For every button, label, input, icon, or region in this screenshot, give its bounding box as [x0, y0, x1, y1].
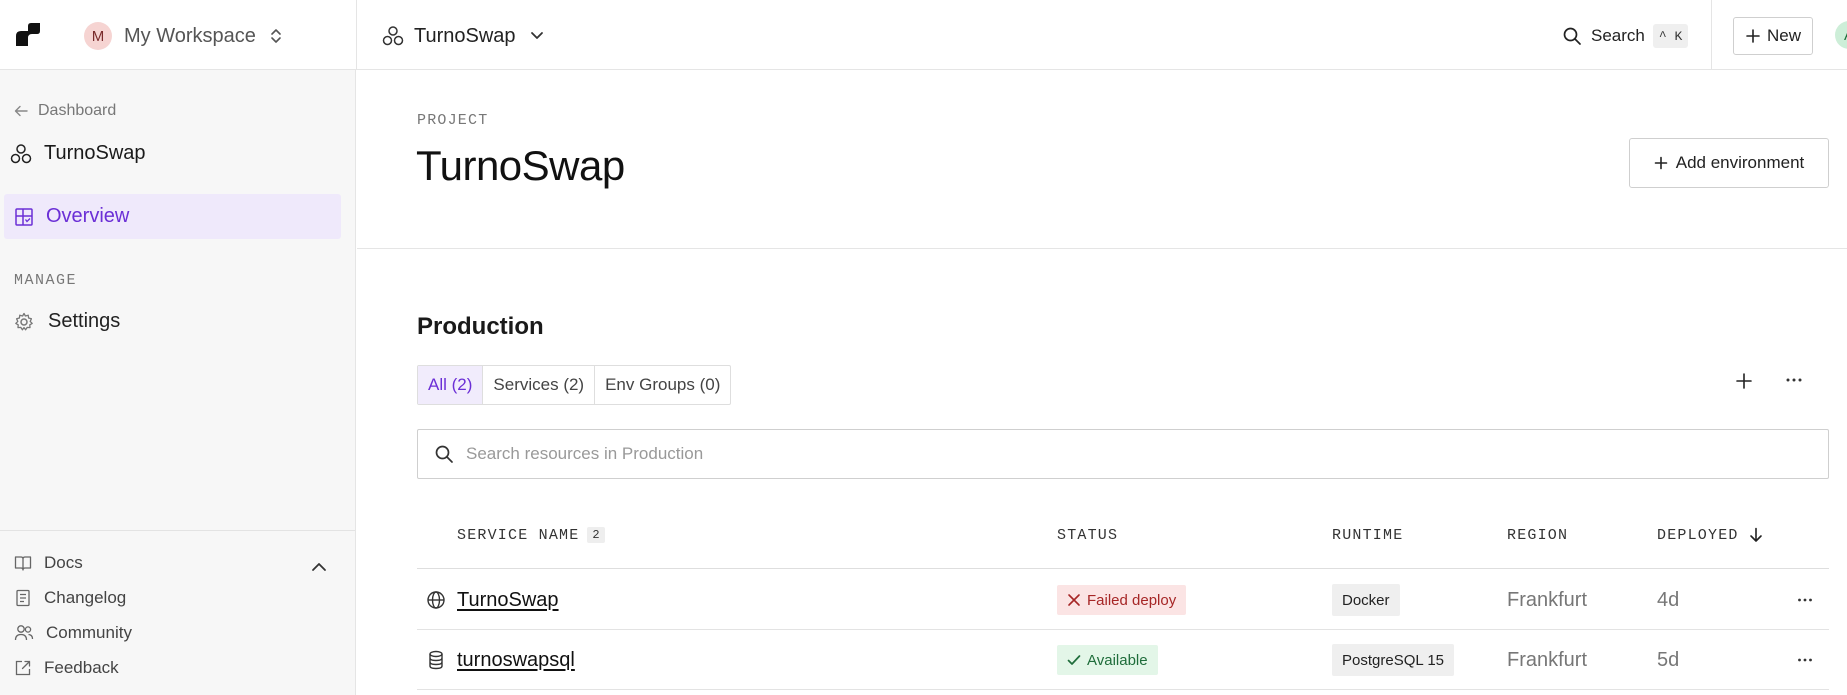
- gear-icon: [14, 312, 34, 332]
- sidebar-project-name: TurnoSwap: [44, 142, 146, 164]
- sidebar-link-feedback[interactable]: Feedback: [14, 658, 119, 678]
- table-row: TurnoSwap Failed deploy Docker Frankfurt…: [417, 570, 1829, 630]
- column-label: SERVICE NAME: [457, 526, 580, 544]
- search-icon: [434, 444, 454, 464]
- docs-label: Docs: [44, 553, 83, 572]
- search-input[interactable]: [466, 444, 1766, 464]
- add-environment-button[interactable]: Add environment: [1629, 138, 1829, 188]
- runtime-badge: PostgreSQL 15: [1332, 644, 1455, 676]
- resource-filter-tabs: All (2) Services (2) Env Groups (0): [417, 365, 732, 405]
- deployed-value: 4d: [1657, 588, 1680, 611]
- chevron-updown-icon: [270, 27, 282, 45]
- divider: [356, 0, 357, 70]
- plus-icon: [1745, 28, 1761, 44]
- column-header-runtime[interactable]: RUNTIME: [1332, 525, 1403, 545]
- project-icon: [10, 143, 32, 165]
- workspace-avatar: M: [84, 22, 112, 50]
- status-label: Failed deploy: [1087, 591, 1177, 609]
- status-badge: Available: [1057, 645, 1158, 675]
- project-icon: [382, 25, 404, 47]
- sidebar-item-label: Settings: [48, 310, 121, 332]
- service-count-badge: 2: [587, 527, 605, 543]
- divider: [1711, 0, 1712, 70]
- page-title: TurnoSwap: [416, 142, 625, 189]
- divider: [357, 248, 1847, 249]
- sidebar-item-overview[interactable]: Overview: [4, 194, 341, 239]
- service-name-link[interactable]: TurnoSwap: [457, 589, 559, 612]
- section-heading-manage: MANAGE: [14, 272, 78, 289]
- arrow-left-icon: [14, 105, 28, 117]
- sidebar-link-community[interactable]: Community: [14, 623, 132, 643]
- environment-title: Production: [417, 313, 544, 340]
- check-icon: [1067, 654, 1081, 666]
- project-name: TurnoSwap: [414, 24, 516, 47]
- new-button-label: New: [1766, 26, 1801, 45]
- search-button[interactable]: Search ^ K: [1562, 22, 1689, 50]
- column-label: DEPLOYED: [1657, 526, 1739, 544]
- main-content: PROJECT TurnoSwap Add environment Produc…: [357, 70, 1847, 695]
- column-header-service-name[interactable]: SERVICE NAME 2: [457, 525, 605, 545]
- back-to-dashboard-link[interactable]: Dashboard: [14, 102, 116, 120]
- resource-search: [417, 429, 1829, 479]
- changelog-label: Changelog: [44, 588, 127, 607]
- top-bar: M My Workspace TurnoSwap Search ^ K New …: [0, 0, 1847, 70]
- tab-env-groups[interactable]: Env Groups (0): [595, 366, 730, 404]
- table-row: turnoswapsql Available PostgreSQL 15 Fra…: [417, 630, 1829, 690]
- sidebar-link-changelog[interactable]: Changelog: [14, 588, 126, 608]
- overview-icon: [14, 207, 34, 227]
- community-label: Community: [46, 623, 132, 642]
- runtime-badge: Docker: [1332, 584, 1400, 616]
- search-label: Search: [1591, 26, 1645, 45]
- page-eyebrow: PROJECT: [417, 112, 489, 129]
- sidebar: Dashboard TurnoSwap Overview MANAGE Sett…: [0, 70, 356, 695]
- people-icon: [14, 624, 34, 642]
- globe-icon: [426, 570, 446, 630]
- workspace-name: My Workspace: [124, 24, 256, 47]
- status-badge: Failed deploy: [1057, 585, 1187, 615]
- column-header-status[interactable]: STATUS: [1057, 525, 1118, 545]
- chevron-down-icon: [530, 31, 544, 41]
- status-label: Available: [1087, 651, 1148, 669]
- workspace-switcher[interactable]: M My Workspace: [84, 20, 282, 52]
- search-icon: [1562, 26, 1582, 46]
- tab-services[interactable]: Services (2): [483, 366, 596, 404]
- user-avatar[interactable]: A: [1835, 21, 1847, 49]
- more-options-icon[interactable]: [1785, 373, 1803, 387]
- region-value: Frankfurt: [1507, 648, 1588, 671]
- external-link-icon: [14, 659, 32, 677]
- column-header-region[interactable]: REGION: [1507, 525, 1568, 545]
- new-button[interactable]: New: [1733, 17, 1813, 55]
- back-label: Dashboard: [38, 102, 117, 119]
- x-icon: [1067, 593, 1081, 607]
- book-icon: [14, 554, 32, 572]
- chevron-up-icon[interactable]: [311, 562, 327, 572]
- tab-all[interactable]: All (2): [418, 366, 484, 404]
- sidebar-link-docs[interactable]: Docs: [14, 553, 83, 573]
- add-environment-label: Add environment: [1675, 153, 1805, 172]
- add-resource-plus-icon[interactable]: [1735, 372, 1753, 390]
- region-value: Frankfurt: [1507, 588, 1588, 611]
- sidebar-project-title: TurnoSwap: [10, 142, 146, 165]
- arrow-down-icon[interactable]: [1749, 527, 1763, 543]
- row-more-icon[interactable]: [1797, 630, 1813, 690]
- changelog-icon: [14, 589, 32, 607]
- services-table-header: SERVICE NAME 2 STATUS RUNTIME REGION DEP…: [417, 525, 1829, 569]
- project-switcher[interactable]: TurnoSwap: [382, 22, 544, 50]
- row-more-icon[interactable]: [1797, 570, 1813, 630]
- sidebar-item-label: Overview: [46, 205, 130, 227]
- column-header-deployed[interactable]: DEPLOYED: [1657, 525, 1763, 545]
- deployed-value: 5d: [1657, 648, 1680, 671]
- render-logo-icon[interactable]: [14, 22, 44, 48]
- service-name-link[interactable]: turnoswapsql: [457, 649, 575, 672]
- sidebar-item-settings[interactable]: Settings: [14, 310, 120, 333]
- database-icon: [428, 630, 444, 690]
- feedback-label: Feedback: [44, 658, 119, 677]
- search-shortcut: ^ K: [1652, 24, 1689, 48]
- divider: [0, 530, 355, 531]
- plus-icon: [1654, 156, 1668, 170]
